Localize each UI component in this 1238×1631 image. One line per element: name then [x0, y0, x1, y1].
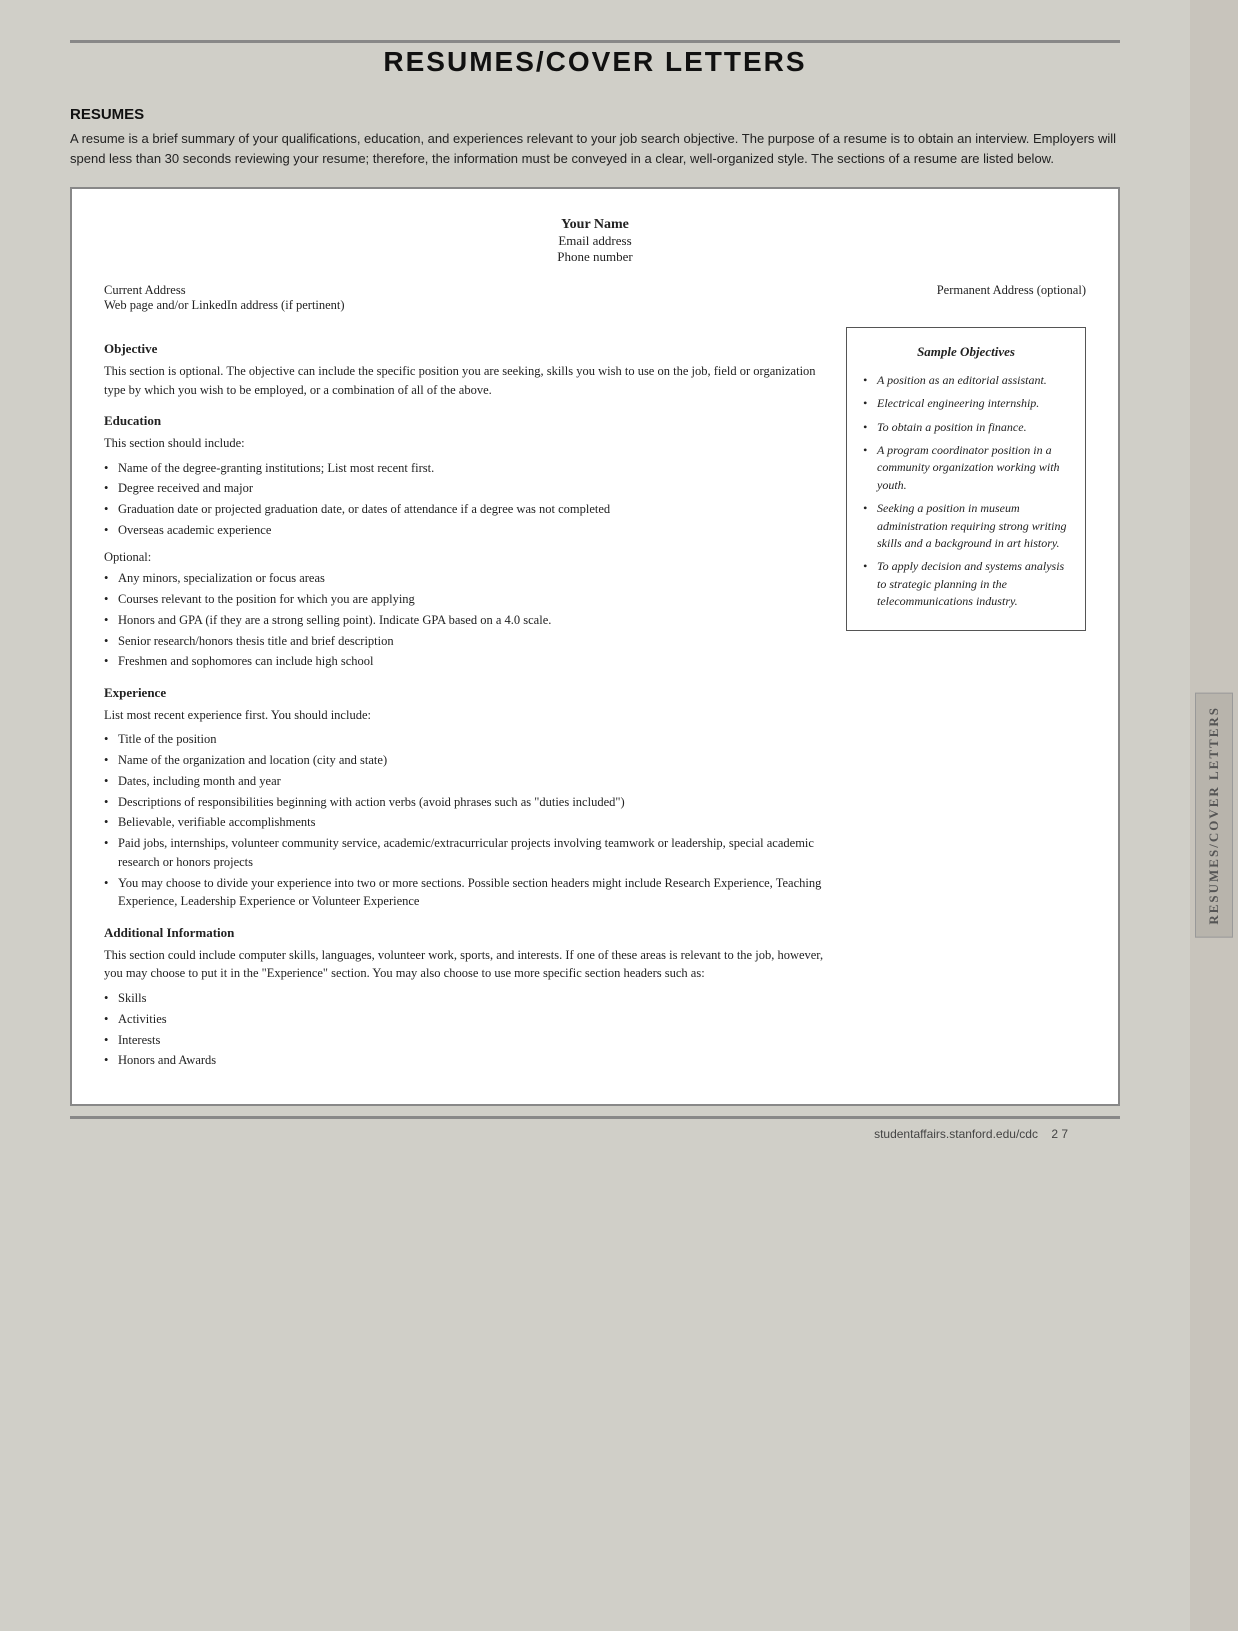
edu-opt-bullet-1: Any minors, specialization or focus area… [104, 569, 828, 588]
web-address: Web page and/or LinkedIn address (if per… [104, 298, 345, 313]
edu-bullet-4: Overseas academic experience [104, 521, 828, 540]
page-wrapper: RESUMES/COVER LETTERS RESUMES A resume i… [0, 0, 1238, 1631]
sample-obj-5: Seeking a position in museum administrat… [863, 500, 1069, 552]
exp-bullet-5: Believable, verifiable accomplishments [104, 813, 828, 832]
edu-opt-bullet-2: Courses relevant to the position for whi… [104, 590, 828, 609]
edu-bullet-1: Name of the degree-granting institutions… [104, 459, 828, 478]
edu-bullet-3: Graduation date or projected graduation … [104, 500, 828, 519]
add-bullet-2: Activities [104, 1010, 828, 1029]
sample-objectives-title: Sample Objectives [863, 342, 1069, 362]
current-address-label: Current Address [104, 283, 345, 298]
education-intro: This section should include: [104, 434, 828, 453]
sample-objectives-list: A position as an editorial assistant. El… [863, 372, 1069, 611]
experience-title: Experience [104, 683, 828, 703]
sample-obj-2: Electrical engineering internship. [863, 395, 1069, 412]
exp-bullet-6: Paid jobs, internships, volunteer commun… [104, 834, 828, 872]
add-bullet-4: Honors and Awards [104, 1051, 828, 1070]
side-tab: RESUMES/COVER LETTERS [1190, 0, 1238, 1631]
education-bullets: Name of the degree-granting institutions… [104, 459, 828, 540]
sample-obj-1: A position as an editorial assistant. [863, 372, 1069, 389]
address-row: Current Address Web page and/or LinkedIn… [104, 283, 1086, 313]
additional-bullets: Skills Activities Interests Honors and A… [104, 989, 828, 1070]
objective-title: Objective [104, 339, 828, 359]
sample-obj-4: A program coordinator position in a comm… [863, 442, 1069, 494]
exp-bullet-3: Dates, including month and year [104, 772, 828, 791]
resume-name: Your Name [104, 217, 1086, 233]
resume-box: Your Name Email address Phone number Cur… [70, 187, 1120, 1106]
additional-body: This section could include computer skil… [104, 946, 828, 984]
main-content: RESUMES/COVER LETTERS RESUMES A resume i… [0, 0, 1190, 1631]
experience-bullets: Title of the position Name of the organi… [104, 730, 828, 911]
additional-title: Additional Information [104, 923, 828, 943]
sample-obj-3: To obtain a position in finance. [863, 419, 1069, 436]
exp-bullet-2: Name of the organization and location (c… [104, 751, 828, 770]
page-title: RESUMES/COVER LETTERS [70, 46, 1120, 78]
edu-bullet-2: Degree received and major [104, 479, 828, 498]
experience-intro: List most recent experience first. You s… [104, 706, 828, 725]
resume-left-column: Objective This section is optional. The … [104, 327, 846, 1072]
optional-label: Optional: [104, 548, 828, 567]
top-divider [70, 40, 1120, 43]
resumes-heading: RESUMES [70, 106, 1120, 123]
footer-page: 2 7 [1051, 1127, 1068, 1141]
objective-body: This section is optional. The objective … [104, 362, 828, 400]
side-tab-label: RESUMES/COVER LETTERS [1195, 693, 1233, 938]
footer-url: studentaffairs.stanford.edu/cdc [874, 1127, 1038, 1141]
resume-header: Your Name Email address Phone number [104, 217, 1086, 265]
sample-obj-6: To apply decision and systems analysis t… [863, 558, 1069, 610]
edu-opt-bullet-4: Senior research/honors thesis title and … [104, 632, 828, 651]
resumes-intro: A resume is a brief summary of your qual… [70, 129, 1120, 169]
sample-objectives-box: Sample Objectives A position as an edito… [846, 327, 1086, 631]
resume-phone: Phone number [104, 249, 1086, 265]
exp-bullet-7: You may choose to divide your experience… [104, 874, 828, 912]
footer: studentaffairs.stanford.edu/cdc 2 7 [70, 1119, 1120, 1141]
resume-email: Email address [104, 233, 1086, 249]
edu-opt-bullet-3: Honors and GPA (if they are a strong sel… [104, 611, 828, 630]
add-bullet-3: Interests [104, 1031, 828, 1050]
education-optional-bullets: Any minors, specialization or focus area… [104, 569, 828, 671]
add-bullet-1: Skills [104, 989, 828, 1008]
sample-objectives-column: Sample Objectives A position as an edito… [846, 327, 1086, 1072]
resume-body: Objective This section is optional. The … [104, 327, 1086, 1072]
permanent-address: Permanent Address (optional) [937, 283, 1086, 313]
exp-bullet-1: Title of the position [104, 730, 828, 749]
exp-bullet-4: Descriptions of responsibilities beginni… [104, 793, 828, 812]
current-address-block: Current Address Web page and/or LinkedIn… [104, 283, 345, 313]
edu-opt-bullet-5: Freshmen and sophomores can include high… [104, 652, 828, 671]
education-title: Education [104, 411, 828, 431]
